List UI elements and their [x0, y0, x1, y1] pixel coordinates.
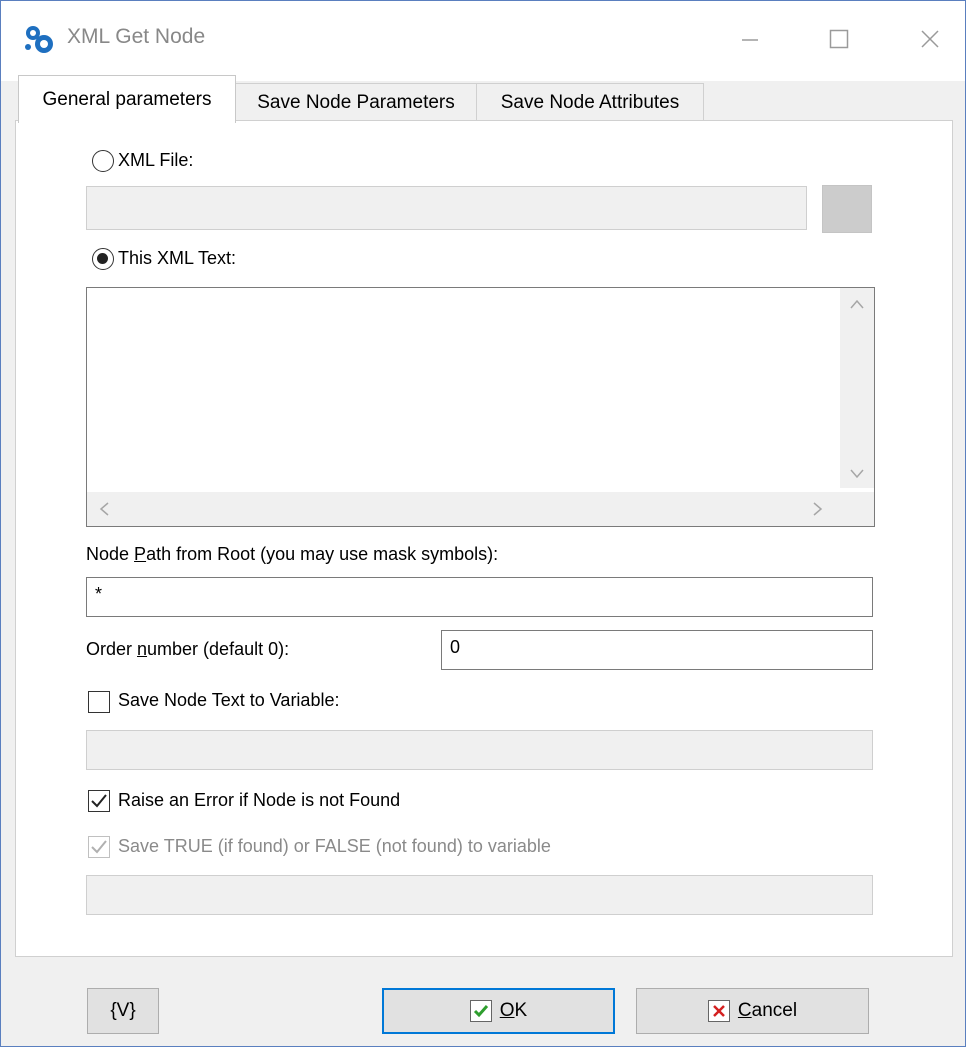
- scrollbar-corner: [840, 492, 874, 526]
- scroll-up-icon[interactable]: [850, 296, 864, 314]
- scroll-down-icon[interactable]: [850, 466, 864, 484]
- save-node-text-variable-field[interactable]: [86, 730, 873, 770]
- title-bar: XML Get Node: [1, 1, 965, 81]
- maximize-icon: [829, 29, 849, 49]
- ok-mnemonic: O: [499, 1000, 515, 1021]
- save-bool-checkbox[interactable]: [88, 836, 110, 858]
- checkmark-icon: [91, 794, 107, 808]
- save-node-text-checkbox[interactable]: [88, 691, 110, 713]
- maximize-button[interactable]: [816, 19, 862, 59]
- minimize-icon: [742, 39, 758, 41]
- xml-file-path-field[interactable]: [86, 186, 807, 230]
- raise-error-label: Raise an Error if Node is not Found: [118, 790, 401, 810]
- cancel-mnemonic: C: [737, 1000, 752, 1021]
- raise-error-checkbox[interactable]: [88, 790, 110, 812]
- minimize-button[interactable]: [727, 19, 773, 59]
- browse-file-button[interactable]: [822, 185, 872, 233]
- tab-strip: General parameters Save Node Parameters …: [1, 73, 965, 123]
- general-parameters-panel: XML File: This XML Text: Node Path from …: [15, 120, 953, 957]
- cancel-x-icon: [707, 1000, 730, 1022]
- xml-text-label: This XML Text:: [118, 248, 237, 268]
- tab-save-node-parameters[interactable]: Save Node Parameters: [234, 83, 478, 122]
- vertical-scrollbar[interactable]: [840, 288, 874, 488]
- ok-button[interactable]: OK: [382, 988, 615, 1034]
- cancel-label: ancel: [751, 1000, 798, 1021]
- gears-icon: [25, 26, 53, 53]
- tab-general-parameters[interactable]: General parameters: [18, 75, 236, 123]
- xml-file-radio[interactable]: [92, 150, 114, 172]
- scroll-left-icon[interactable]: [99, 502, 109, 521]
- save-node-text-label: Save Node Text to Variable:: [118, 690, 340, 710]
- ok-label: K: [514, 1000, 528, 1021]
- xml-text-area[interactable]: [86, 287, 875, 527]
- dialog-window: XML Get Node General parameters Save Nod…: [0, 0, 966, 1047]
- scroll-right-icon[interactable]: [813, 502, 823, 521]
- close-icon: [921, 30, 939, 48]
- save-bool-label: Save TRUE (if found) or FALSE (not found…: [118, 836, 551, 856]
- window-title: XML Get Node: [67, 25, 206, 48]
- close-button[interactable]: [907, 19, 953, 59]
- tab-save-node-attributes[interactable]: Save Node Attributes: [476, 83, 704, 122]
- radio-selected-dot: [97, 253, 108, 264]
- order-number-label: Order number (default 0):: [86, 639, 290, 659]
- order-number-input[interactable]: 0: [441, 630, 873, 670]
- cancel-button[interactable]: Cancel: [636, 988, 869, 1034]
- variables-button[interactable]: {V}: [87, 988, 159, 1034]
- horizontal-scrollbar[interactable]: [87, 492, 840, 526]
- xml-text-radio[interactable]: [92, 248, 114, 270]
- xml-file-label: XML File:: [118, 150, 194, 170]
- checkmark-icon: [91, 840, 107, 854]
- save-bool-variable-field[interactable]: [86, 875, 873, 915]
- ok-check-icon: [469, 1000, 492, 1022]
- node-path-input[interactable]: *: [86, 577, 873, 617]
- node-path-label: Node Path from Root (you may use mask sy…: [86, 544, 499, 564]
